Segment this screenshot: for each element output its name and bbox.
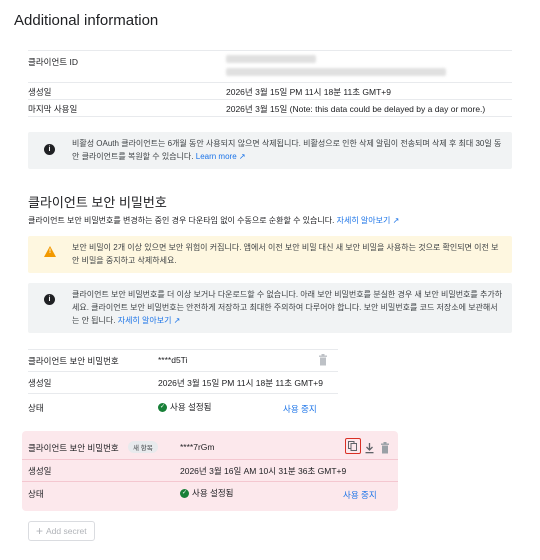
trash-icon[interactable] xyxy=(380,441,390,454)
divider xyxy=(28,82,512,83)
check-circle-icon: ✓ xyxy=(180,488,189,498)
created-label: 생성일 xyxy=(28,87,52,97)
last-used-label: 마지막 사용일 xyxy=(28,104,78,114)
add-secret-label: Add secret xyxy=(46,526,87,536)
secret2-value: ****7rGm xyxy=(180,442,215,452)
divider xyxy=(22,459,398,460)
learn-more-link[interactable]: Learn more xyxy=(196,152,237,161)
divider xyxy=(22,481,398,482)
inactive-notice-text: 비활성 OAuth 클라이언트는 6개월 동안 사용되지 않으면 삭제됩니다. … xyxy=(72,139,502,161)
secret1-label: 클라이언트 보안 비밀번호 xyxy=(28,356,119,366)
plus-icon: + xyxy=(36,524,44,538)
secret2-status-label: 상태 xyxy=(28,489,44,499)
external-link-icon: ↗ xyxy=(390,216,400,225)
warning-icon-mark: ! xyxy=(49,249,51,255)
divider xyxy=(28,393,338,394)
external-link-icon: ↗ xyxy=(236,152,246,161)
trash-icon[interactable] xyxy=(318,353,328,366)
divider xyxy=(28,349,338,350)
secret1-status-label: 상태 xyxy=(28,403,44,413)
secret1-created-label: 생성일 xyxy=(28,378,52,388)
copy-button[interactable] xyxy=(345,438,361,454)
secrets-section-title: 클라이언트 보안 비밀번호 xyxy=(28,195,167,210)
client-id-redacted xyxy=(226,55,316,63)
secret1-created-value: 2026년 3월 15일 PM 11시 18분 11초 GMT+9 xyxy=(158,378,323,388)
secret2-status-value: 사용 설정됨 xyxy=(192,488,234,498)
copy-icon xyxy=(348,441,357,451)
secret2-created-value: 2026년 3월 16일 AM 10시 31분 36초 GMT+9 xyxy=(180,466,347,476)
secret1-status-value: 사용 설정됨 xyxy=(170,402,212,412)
info-icon: i xyxy=(44,144,55,155)
warning-notice-text: 보안 비밀이 2개 이상 있으면 보안 위험이 커집니다. 앱에서 이전 보안 … xyxy=(72,243,499,265)
secret1-status: ✓ 사용 설정됨 xyxy=(158,401,211,413)
secret2-status: ✓ 사용 설정됨 xyxy=(180,487,233,499)
download-notice: i 클라이언트 보안 비밀번호를 더 이상 보거나 다운로드할 수 없습니다. … xyxy=(28,283,512,333)
new-badge: 새 항목 xyxy=(128,441,158,453)
download-icon[interactable] xyxy=(365,441,374,454)
secret1-disable-button[interactable]: 사용 중지 xyxy=(283,403,317,415)
download-learn-more-link[interactable]: 자세히 알아보기 xyxy=(118,316,172,325)
divider xyxy=(28,116,512,117)
secret2-label: 클라이언트 보안 비밀번호 xyxy=(28,443,119,453)
client-id-redacted-2 xyxy=(226,68,446,76)
check-circle-icon: ✓ xyxy=(158,402,167,412)
divider xyxy=(28,371,338,372)
inactive-notice: i 비활성 OAuth 클라이언트는 6개월 동안 사용되지 않으면 삭제됩니다… xyxy=(28,132,512,169)
secrets-description: 클라이언트 보안 비밀번호를 변경하는 중인 경우 다운타임 없이 수동으로 순… xyxy=(28,216,400,225)
warning-notice: ! 보안 비밀이 2개 이상 있으면 보안 위험이 커집니다. 앱에서 이전 보… xyxy=(28,236,512,273)
info-icon: i xyxy=(44,294,55,305)
divider xyxy=(28,50,512,51)
secrets-learn-more-link[interactable]: 자세히 알아보기 xyxy=(337,216,391,225)
add-secret-button[interactable]: + Add secret xyxy=(28,521,95,541)
client-id-label: 클라이언트 ID xyxy=(28,57,78,67)
last-used-value: 2026년 3월 15일 (Note: this data could be d… xyxy=(226,104,486,114)
page-title: Additional information xyxy=(14,12,159,29)
secret2-created-label: 생성일 xyxy=(28,466,52,476)
external-link-icon: ↗ xyxy=(171,316,181,325)
created-value: 2026년 3월 15일 PM 11시 18분 11초 GMT+9 xyxy=(226,87,391,97)
divider xyxy=(28,99,512,100)
secret2-disable-button[interactable]: 사용 중지 xyxy=(343,489,377,501)
download-notice-text: 클라이언트 보안 비밀번호를 더 이상 보거나 다운로드할 수 없습니다. 아래… xyxy=(72,290,503,325)
secret1-value: ****d5Ti xyxy=(158,355,188,365)
